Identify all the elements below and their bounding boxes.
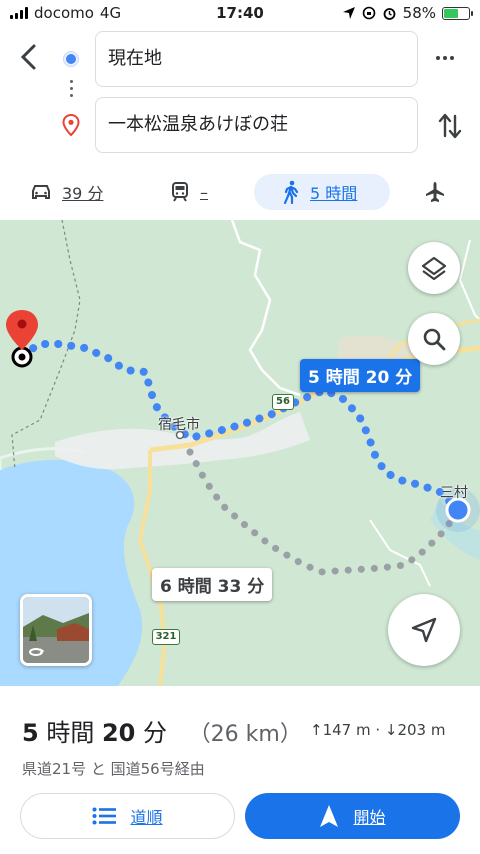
tab-walk[interactable]: 5 時間	[254, 174, 390, 210]
duration-hours-unit: 時間	[46, 719, 95, 747]
layers-icon	[421, 256, 447, 281]
back-arrow-icon[interactable]	[14, 40, 44, 74]
destination-pin-icon	[62, 114, 80, 136]
start-label: 開始	[353, 808, 386, 827]
swap-icon[interactable]	[436, 110, 464, 142]
route-shield-321: 321	[152, 629, 180, 645]
tab-car[interactable]: 39 分	[30, 174, 103, 210]
navigation-arrow-icon	[411, 617, 437, 643]
steps-label: 道順	[130, 808, 163, 827]
duration-minutes: 20	[101, 719, 136, 747]
tab-transit[interactable]: –	[170, 174, 208, 210]
transit-duration: –	[200, 182, 208, 202]
map-search-button[interactable]	[408, 313, 460, 365]
alt-route-duration-label[interactable]: 6 時間 33 分	[152, 568, 273, 601]
travel-mode-tabs: 39 分 – 5 時間	[0, 168, 480, 216]
origin-dot-icon	[64, 52, 78, 66]
route-via: 県道21号 と 国道56号経由	[22, 760, 205, 778]
town-label: 宿毛市	[158, 417, 200, 433]
location-arrow-icon	[342, 7, 355, 19]
airplane-icon	[426, 182, 444, 202]
navigation-start-icon	[320, 805, 339, 827]
edge-place-label: 三村	[440, 485, 468, 501]
battery-icon	[442, 6, 473, 20]
primary-route-duration-label[interactable]: 5 時間 20 分	[300, 359, 421, 392]
walk-duration: 5 時間	[310, 184, 358, 203]
walking-icon	[283, 180, 299, 204]
destination-field[interactable]: 一本松温泉あけぼの荘	[95, 97, 418, 153]
tab-flight[interactable]	[424, 174, 446, 210]
battery-percent: 58%	[402, 4, 436, 22]
list-icon	[92, 807, 117, 825]
origin-field[interactable]: 現在地	[95, 31, 418, 87]
rotation-lock-icon	[362, 6, 375, 20]
layers-button[interactable]	[408, 242, 460, 294]
my-location-button[interactable]	[388, 594, 460, 666]
car-icon	[32, 185, 50, 199]
route-distance: （26 km）	[188, 722, 302, 747]
duration-minutes-unit: 分	[143, 719, 168, 747]
map-view[interactable]: 5 時間 20 分 6 時間 33 分 宿毛市 三村 56 321	[0, 220, 480, 686]
route-duration-summary: 5 時間 20 分 （26 km）	[22, 713, 302, 748]
start-button[interactable]: 開始	[245, 793, 460, 839]
car-duration: 39 分	[62, 184, 104, 203]
status-bar: docomo 4G 17:40 58%	[0, 0, 480, 28]
elevation-change: ↑147 m · ↓203 m	[310, 721, 446, 739]
alarm-icon	[383, 7, 396, 20]
route-connector-icon	[70, 80, 73, 101]
street-view-image	[23, 597, 89, 663]
route-shield-56: 56	[272, 394, 294, 410]
more-options-icon[interactable]	[436, 56, 454, 60]
train-icon	[172, 182, 188, 202]
steps-button[interactable]: 道順	[20, 793, 235, 839]
route-summary-sheet: 5 時間 20 分 （26 km） ↑147 m · ↓203 m 県道21号 …	[0, 686, 480, 854]
duration-hours: 5	[22, 719, 39, 747]
street-view-thumbnail[interactable]	[20, 594, 92, 666]
search-icon	[423, 328, 446, 351]
